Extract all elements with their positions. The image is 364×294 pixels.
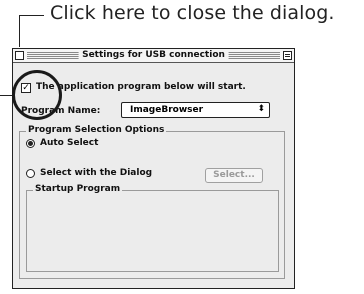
dialog-title: Settings for USB connection bbox=[78, 49, 229, 62]
program-selection-options-group: Program Selection Options Auto Select Se… bbox=[19, 125, 285, 279]
title-bar[interactable]: Settings for USB connection bbox=[13, 49, 294, 63]
callout-leader-line-vertical bbox=[19, 15, 20, 47]
program-selection-options-label: Program Selection Options bbox=[26, 125, 167, 135]
start-program-label: The application program below will start… bbox=[36, 82, 246, 92]
auto-select-radio[interactable] bbox=[26, 139, 35, 148]
updown-arrow-icon: ⬍ bbox=[257, 104, 265, 114]
select-button[interactable]: Select... bbox=[205, 168, 263, 183]
highlight-circle bbox=[12, 70, 62, 120]
program-name-value: ImageBrowser bbox=[130, 105, 204, 115]
startup-program-box: Startup Program bbox=[26, 184, 279, 272]
select-with-dialog-radio[interactable] bbox=[26, 169, 35, 178]
program-name-select[interactable]: ImageBrowser ⬍ bbox=[121, 102, 270, 118]
select-with-dialog-label: Select with the Dialog bbox=[40, 168, 153, 178]
close-box-icon[interactable] bbox=[15, 51, 24, 60]
startup-program-label: Startup Program bbox=[33, 184, 123, 194]
auto-select-label: Auto Select bbox=[40, 138, 99, 148]
zoom-box-icon[interactable] bbox=[283, 51, 292, 60]
callout-text: Click here to close the dialog. bbox=[50, 2, 335, 24]
callout-leader-line bbox=[19, 15, 44, 16]
